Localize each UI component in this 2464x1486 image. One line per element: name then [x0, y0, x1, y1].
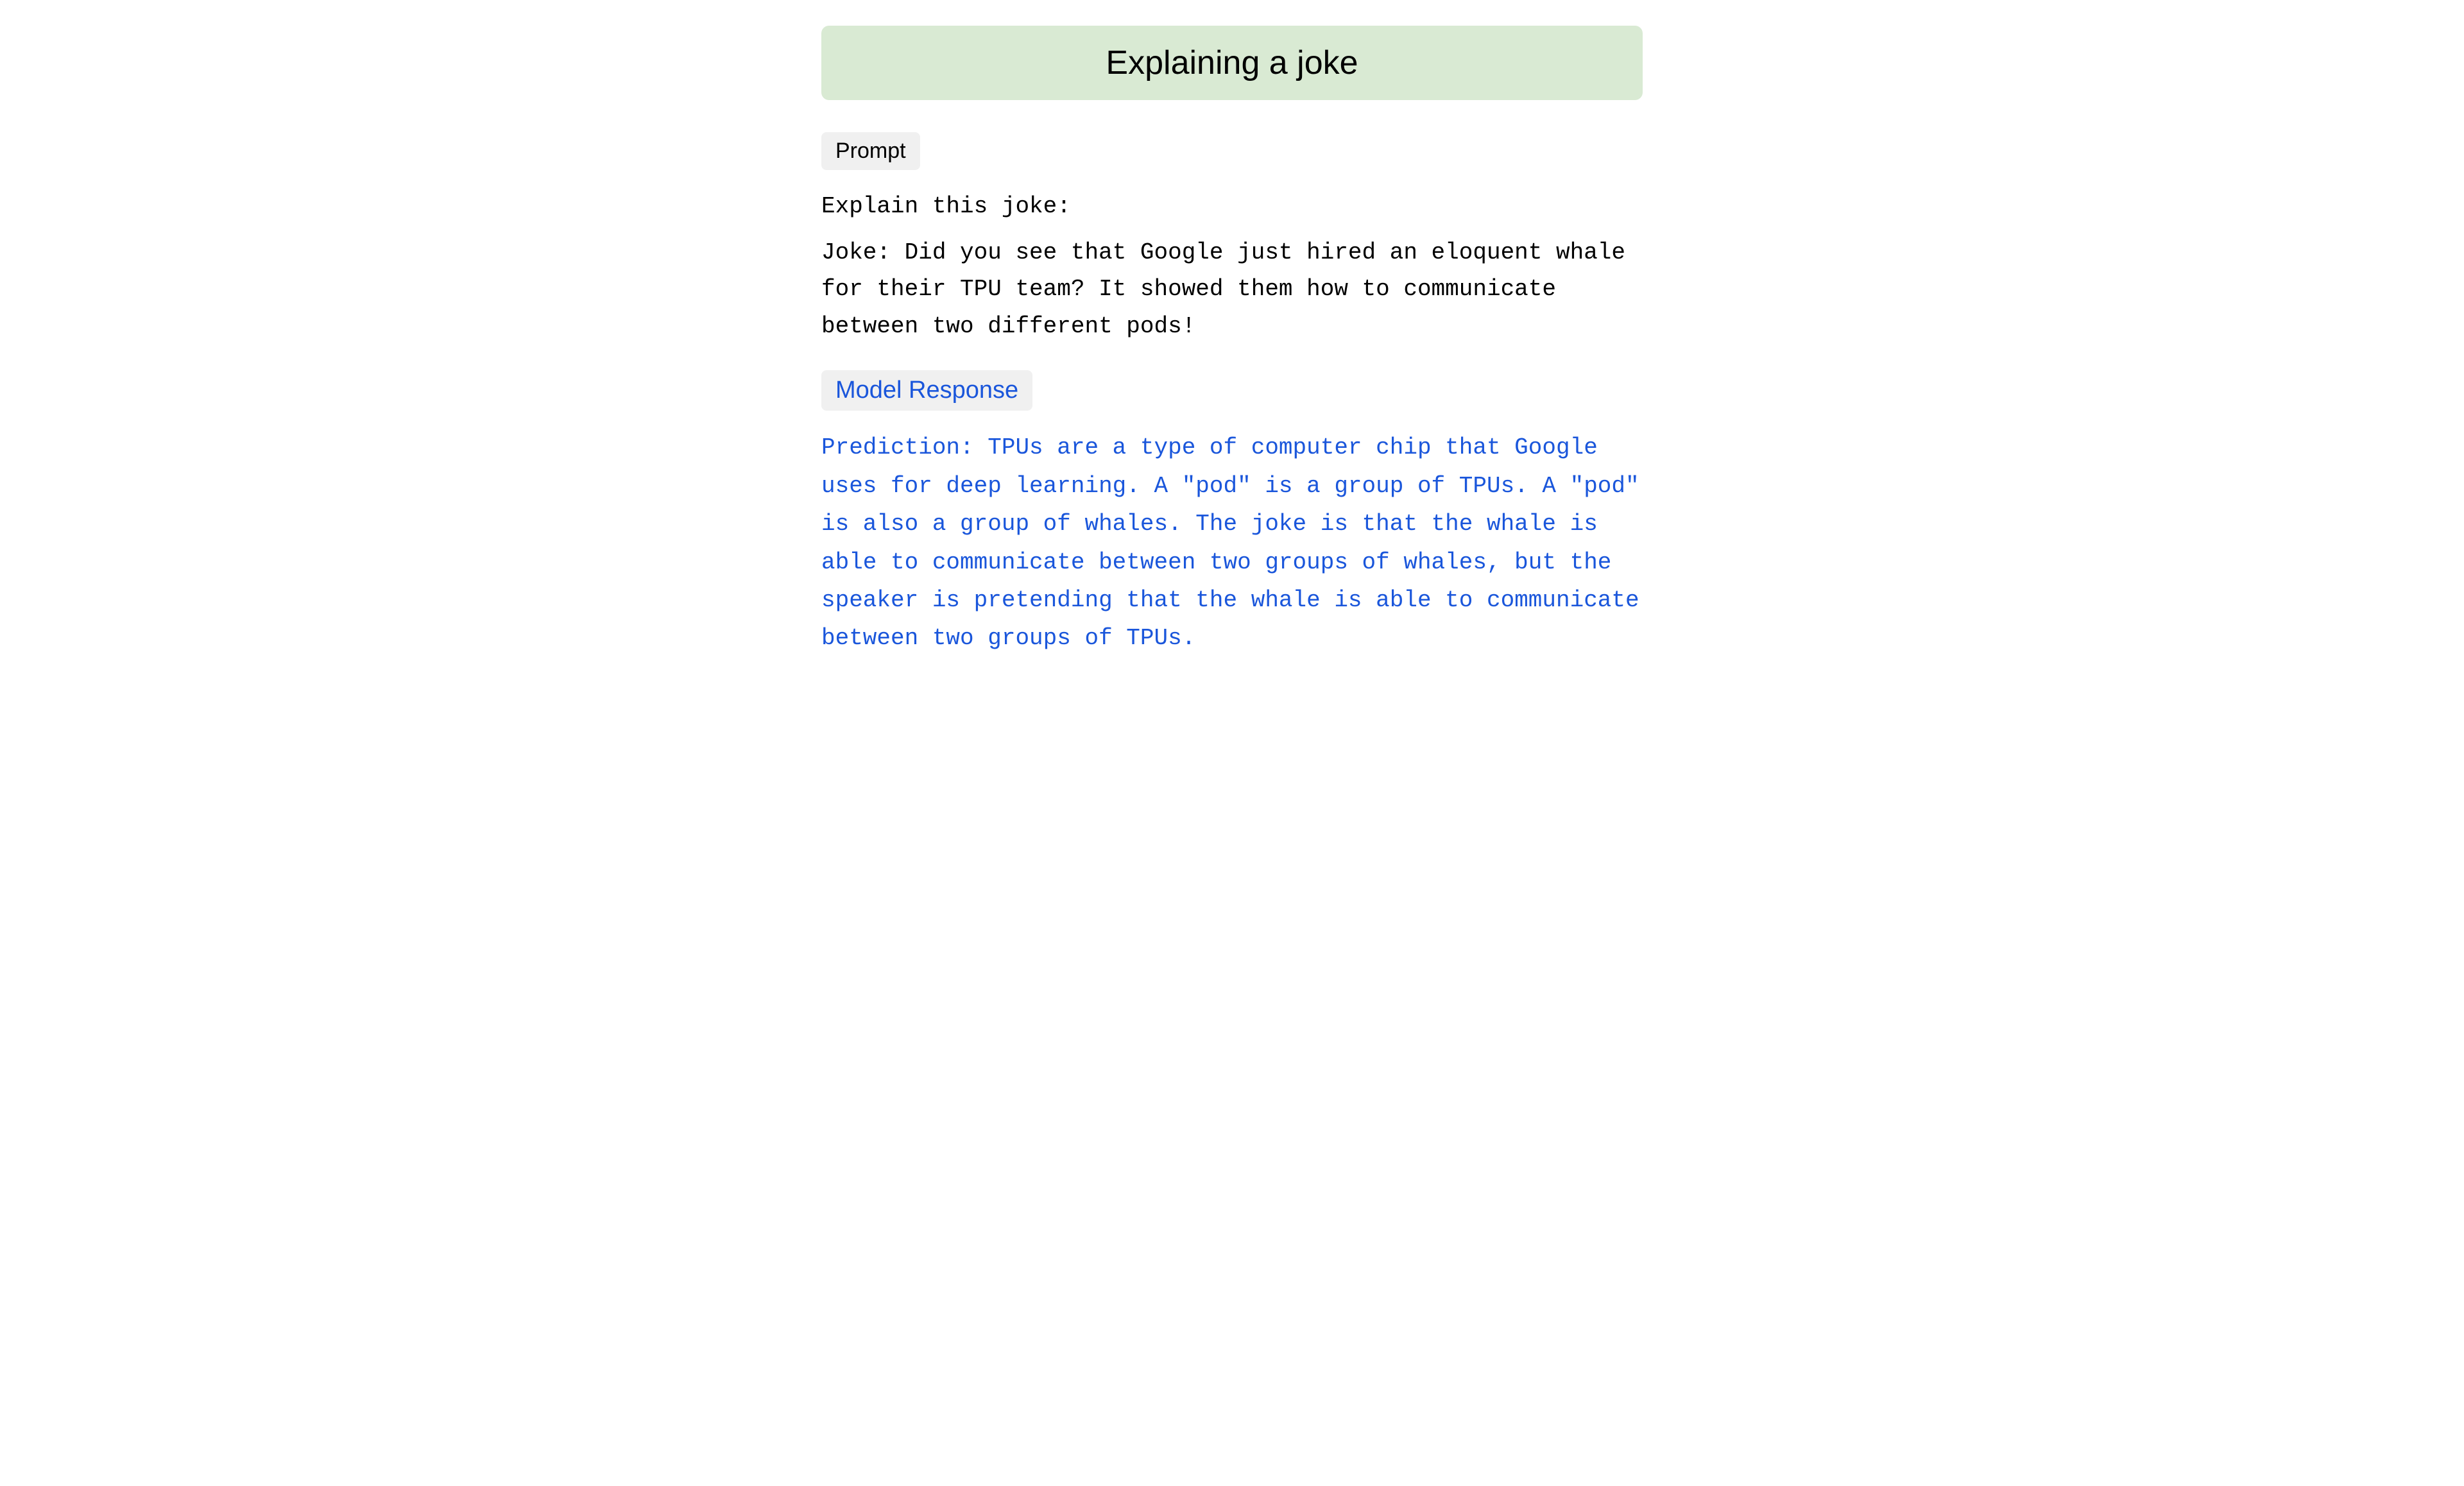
prompt-joke: Joke: Did you see that Google just hired… [821, 234, 1643, 345]
model-response-label: Model Response [821, 370, 1032, 411]
prompt-section: Prompt Explain this joke: Joke: Did you … [821, 132, 1643, 345]
model-response-section: Model Response Prediction: TPUs are a ty… [821, 370, 1643, 657]
header-banner: Explaining a joke [821, 26, 1643, 100]
page-title: Explaining a joke [847, 44, 1617, 82]
prompt-intro: Explain this joke: [821, 188, 1643, 225]
response-text: Prediction: TPUs are a type of computer … [821, 429, 1643, 657]
prompt-label: Prompt [821, 132, 920, 170]
